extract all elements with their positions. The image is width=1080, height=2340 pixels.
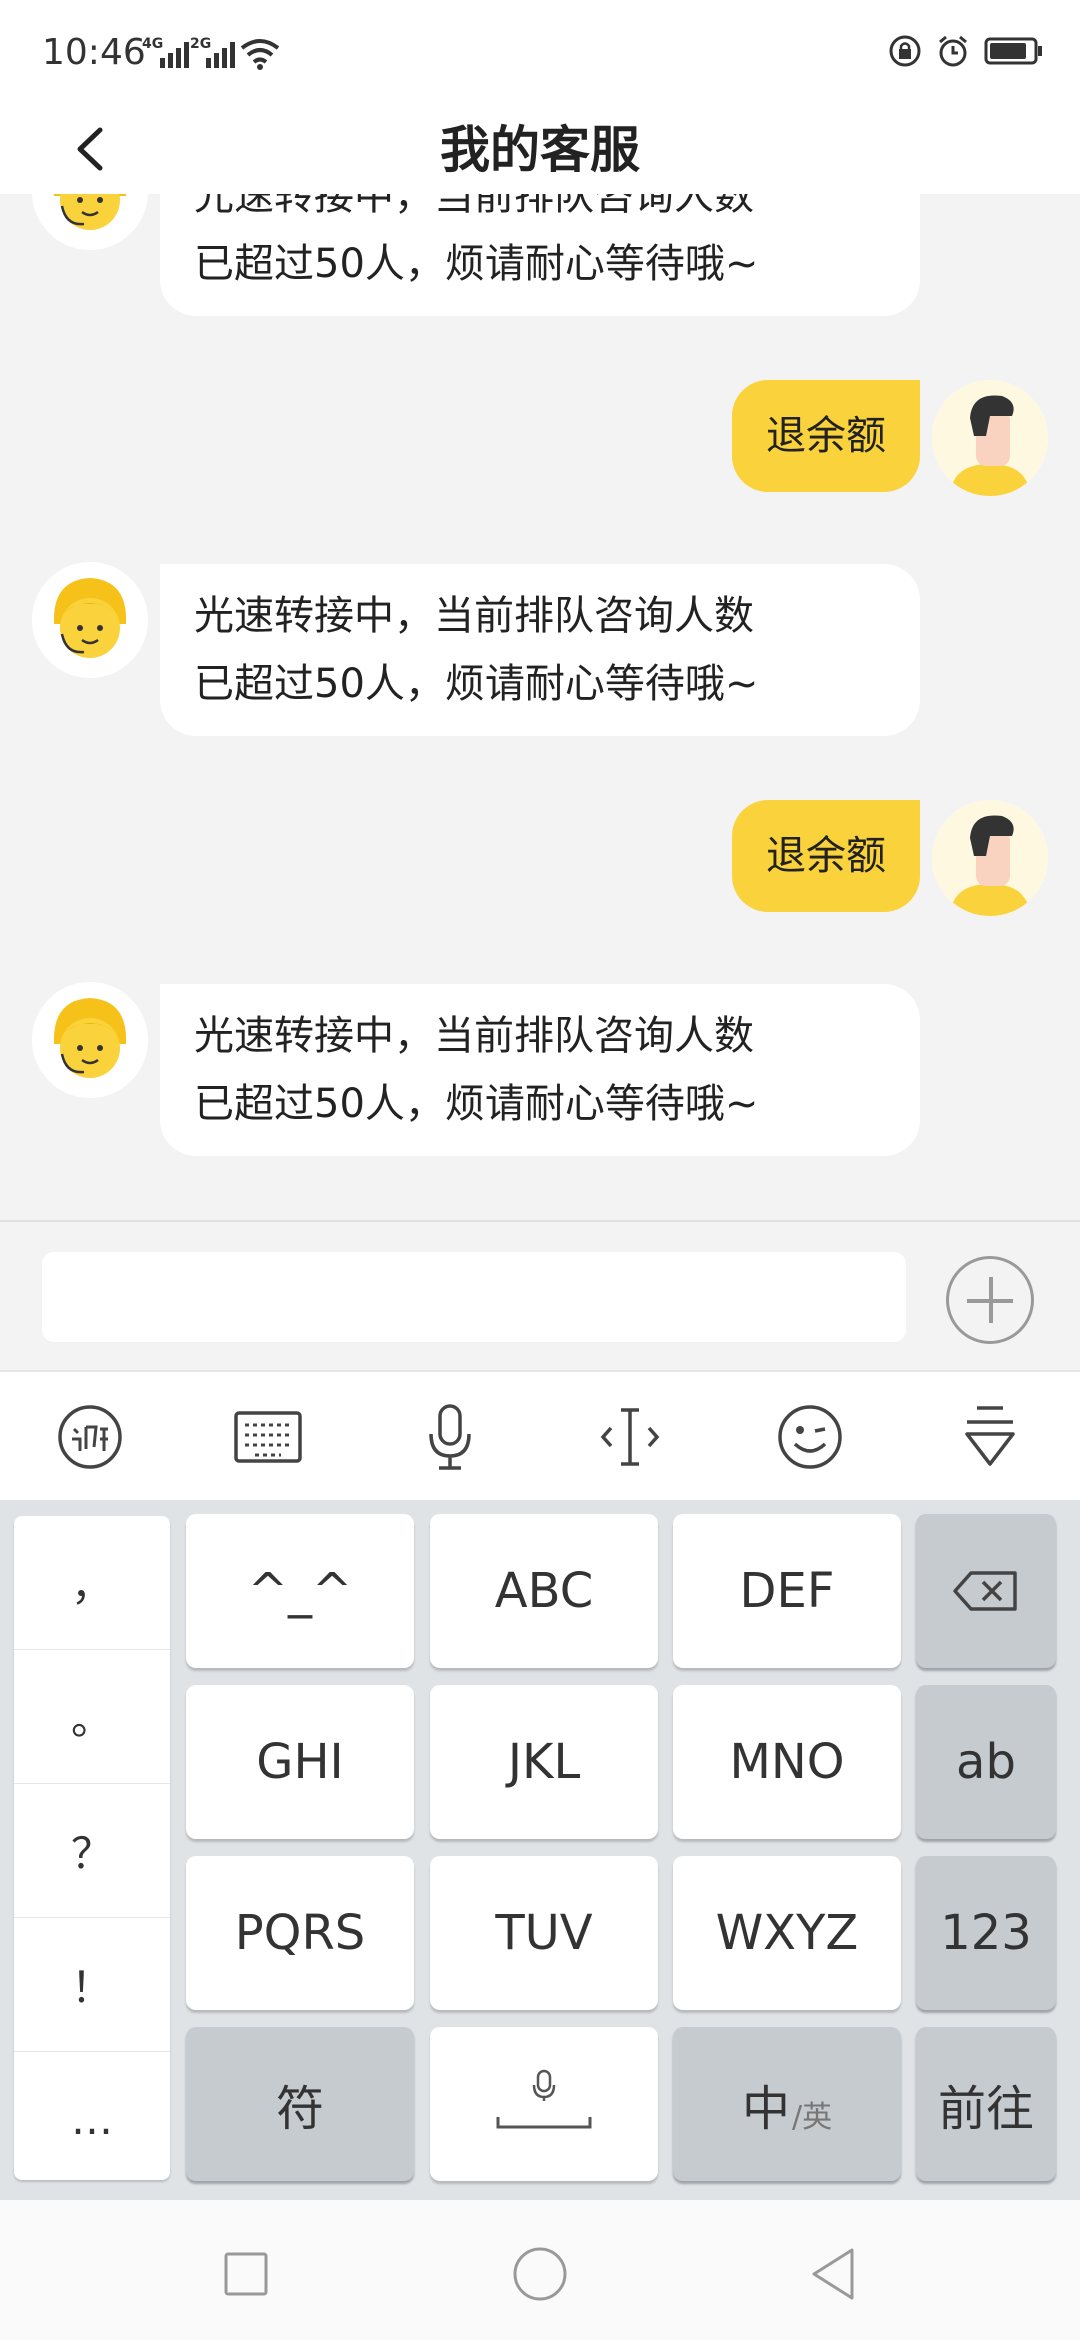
message-line: 光速转接中，当前排队咨询人数 bbox=[194, 1013, 754, 1059]
punct-key[interactable]: ， bbox=[14, 1516, 170, 1650]
key-emoticon[interactable]: ^_^ bbox=[186, 1514, 414, 1668]
punct-key[interactable]: ？ bbox=[14, 1784, 170, 1918]
cs-message-bubble: 光速转接中，当前排队咨询人数 已超过50人，烦请耐心等待哦~ bbox=[160, 194, 920, 316]
key-def[interactable]: DEF bbox=[673, 1514, 901, 1668]
cs-avatar bbox=[32, 982, 148, 1098]
key-abc[interactable]: ABC bbox=[430, 1514, 658, 1668]
cursor-move-icon bbox=[600, 1408, 660, 1466]
wifi-icon bbox=[240, 39, 280, 70]
keyboard-switch-button[interactable] bbox=[228, 1402, 308, 1472]
home-button[interactable] bbox=[510, 2244, 570, 2304]
english-label: /英 bbox=[791, 2100, 833, 2135]
symbol-key[interactable]: 符 bbox=[186, 2027, 414, 2181]
emoji-button[interactable] bbox=[770, 1402, 850, 1472]
message-input[interactable] bbox=[42, 1252, 906, 1342]
cs-message-bubble: 光速转接中，当前排队咨询人数 已超过50人，烦请耐心等待哦~ bbox=[160, 984, 920, 1156]
agent-avatar-icon bbox=[32, 982, 148, 1098]
go-key[interactable]: 前往 bbox=[916, 2027, 1056, 2181]
agent-avatar-icon bbox=[32, 194, 148, 250]
battery-icon bbox=[984, 37, 1042, 65]
backspace-icon bbox=[953, 1571, 1017, 1611]
user-avatar bbox=[932, 380, 1048, 496]
page-title: 我的客服 bbox=[440, 121, 640, 179]
wink-face-icon bbox=[778, 1405, 842, 1469]
message-text: 退余额 bbox=[766, 413, 886, 459]
user-avatar-icon bbox=[932, 380, 1048, 496]
hide-keyboard-button[interactable] bbox=[950, 1402, 1030, 1472]
key-jkl[interactable]: JKL bbox=[430, 1685, 658, 1839]
app-header: 我的客服 bbox=[0, 100, 1080, 194]
message-line: 已超过50人，烦请耐心等待哦~ bbox=[194, 241, 759, 287]
punct-key[interactable]: 。 bbox=[14, 1650, 170, 1784]
signal-icon-2 bbox=[206, 42, 235, 68]
chat-area[interactable]: 光速转接中，当前排队咨询人数 已超过50人，烦请耐心等待哦~ 退余额 光速转接中… bbox=[0, 194, 1080, 1220]
message-line: 已超过50人，烦请耐心等待哦~ bbox=[194, 661, 759, 707]
signal-icon bbox=[160, 42, 189, 68]
number-mode-key[interactable]: 123 bbox=[916, 1856, 1056, 2010]
key-mno[interactable]: MNO bbox=[673, 1685, 901, 1839]
xunfei-logo-icon bbox=[58, 1405, 122, 1469]
user-message-bubble: 退余额 bbox=[732, 380, 920, 492]
cs-avatar bbox=[32, 194, 148, 250]
language-switch-key[interactable]: 中/英 bbox=[673, 2027, 901, 2181]
circle-icon bbox=[513, 2247, 567, 2301]
space-key[interactable] bbox=[430, 2027, 658, 2181]
system-nav-bar bbox=[0, 2200, 1080, 2340]
user-avatar-icon bbox=[932, 800, 1048, 916]
message-line: 已超过50人，烦请耐心等待哦~ bbox=[194, 1081, 759, 1127]
user-message-bubble: 退余额 bbox=[732, 800, 920, 912]
punct-key[interactable]: ！ bbox=[14, 1918, 170, 2052]
compose-bar bbox=[0, 1220, 1080, 1370]
keyboard-icon bbox=[234, 1411, 302, 1463]
cs-message-bubble: 光速转接中，当前排队咨询人数 已超过50人，烦请耐心等待哦~ bbox=[160, 564, 920, 736]
message-line: 光速转接中，当前排队咨询人数 bbox=[194, 593, 754, 639]
recents-button[interactable] bbox=[216, 2244, 276, 2304]
plus-button[interactable] bbox=[946, 1256, 1034, 1344]
keyboard: ， 。 ？ ！ … ^_^ ABC DEF GHI JKL MNO ab PQR… bbox=[0, 1500, 1080, 2200]
rotation-lock-icon bbox=[889, 35, 921, 67]
punctuation-column: ， 。 ？ ！ … bbox=[14, 1516, 170, 2180]
status-bar: 10:46 4G 2G bbox=[0, 0, 1080, 100]
ime-logo-button[interactable] bbox=[50, 1402, 130, 1472]
user-avatar bbox=[932, 800, 1048, 916]
status-time: 10:46 bbox=[42, 32, 146, 73]
alarm-icon bbox=[939, 35, 967, 67]
key-ghi[interactable]: GHI bbox=[186, 1685, 414, 1839]
voice-input-button[interactable] bbox=[410, 1402, 490, 1472]
cs-avatar bbox=[32, 562, 148, 678]
punct-key[interactable]: … bbox=[14, 2052, 170, 2186]
key-wxyz[interactable]: WXYZ bbox=[673, 1856, 901, 2010]
space-bar-icon bbox=[496, 2069, 592, 2129]
english-mode-key[interactable]: ab bbox=[916, 1685, 1056, 1839]
chinese-label: 中 bbox=[741, 2081, 790, 2137]
message-text: 退余额 bbox=[766, 833, 886, 879]
key-tuv[interactable]: TUV bbox=[430, 1856, 658, 2010]
backspace-key[interactable] bbox=[916, 1514, 1056, 1668]
message-line: 光速转接中，当前排队咨询人数 bbox=[194, 194, 754, 219]
square-icon bbox=[224, 2252, 268, 2296]
back-nav-button[interactable] bbox=[804, 2244, 864, 2304]
keyboard-toolbar bbox=[0, 1370, 1080, 1500]
cursor-move-button[interactable] bbox=[590, 1402, 670, 1472]
triangle-back-icon bbox=[812, 2248, 854, 2300]
microphone-icon bbox=[429, 1404, 471, 1470]
agent-avatar-icon bbox=[32, 562, 148, 678]
hide-keyboard-icon bbox=[965, 1406, 1015, 1466]
key-pqrs[interactable]: PQRS bbox=[186, 1856, 414, 2010]
